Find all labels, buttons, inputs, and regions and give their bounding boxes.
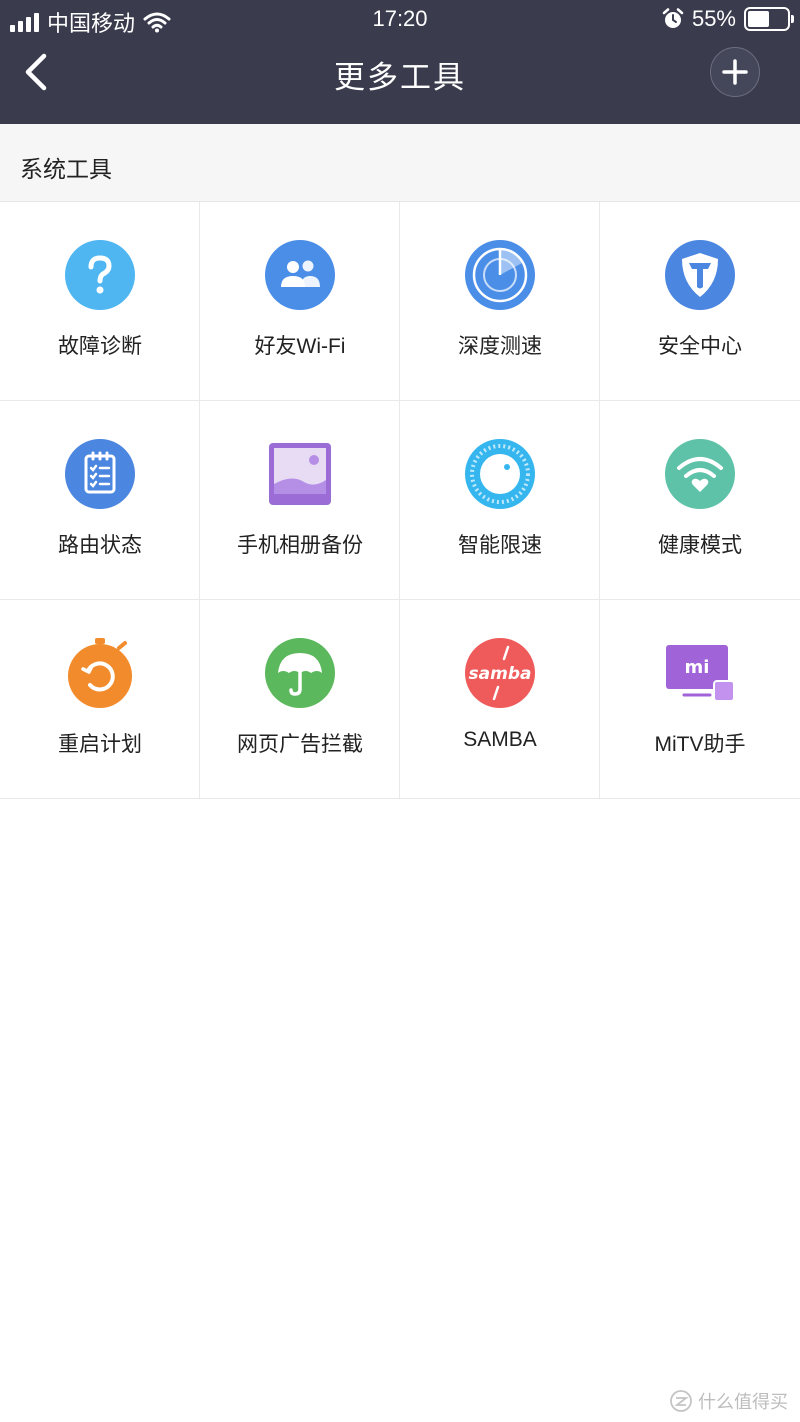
add-button[interactable] [710,47,760,97]
tool-ad-block[interactable]: 网页广告拦截 [200,600,400,799]
tool-label: 深度测速 [458,335,542,358]
tool-label: SAMBA [463,728,537,751]
samba-icon: samba [465,638,535,708]
tool-router-status[interactable]: 路由状态 [0,401,200,600]
tool-label: 故障诊断 [58,335,142,358]
mi-logo-text: mi [685,657,710,678]
status-right: 55% [662,6,794,32]
tool-label: 好友Wi-Fi [254,335,346,358]
wifi-heart-icon [665,439,735,509]
tool-reboot-schedule[interactable]: 重启计划 [0,600,200,799]
tool-label: 健康模式 [658,534,742,557]
tool-label: 手机相册备份 [237,534,363,557]
top-bar: 中国移动 17:20 55% 更多工具 [0,0,800,124]
radar-icon [465,240,535,310]
samba-logo-text: samba [469,664,532,684]
section-title: 系统工具 [20,156,112,182]
battery-percent: 55% [691,6,736,31]
watermark-text: 什么值得买 [698,1392,788,1412]
tool-friend-wifi[interactable]: 好友Wi-Fi [200,202,400,401]
battery-icon [744,7,794,31]
timer-icon [68,638,132,708]
tool-label: 路由状态 [58,534,142,557]
clipboard-icon [65,439,135,509]
tools-grid: 故障诊断 好友Wi-Fi 深度测速 安全中心 路由状态 手机相册备份 智能限速 … [0,202,800,799]
tool-smart-limit[interactable]: 智能限速 [400,401,600,600]
zhi-logo-icon [670,1390,692,1412]
tool-diagnosis[interactable]: 故障诊断 [0,202,200,401]
question-icon [65,240,135,310]
tool-label: 安全中心 [658,335,742,358]
tool-label: 重启计划 [58,733,142,756]
tool-mitv-assistant[interactable]: mi MiTV助手 [600,600,800,799]
tv-icon: mi [666,645,735,702]
speed-dial-icon [465,439,535,509]
plus-icon [722,59,748,85]
tool-photo-backup[interactable]: 手机相册备份 [200,401,400,600]
tool-label: 网页广告拦截 [237,733,363,756]
users-icon [265,240,335,310]
tool-health-mode[interactable]: 健康模式 [600,401,800,600]
section-header: 系统工具 [0,124,800,202]
tool-security[interactable]: 安全中心 [600,202,800,401]
tool-label: 智能限速 [458,534,542,557]
watermark: 什么值得买 [670,1388,788,1414]
status-bar: 中国移动 17:20 55% [0,0,800,40]
tool-label: MiTV助手 [654,733,746,756]
page-title: 更多工具 [334,60,466,95]
tool-speed-test[interactable]: 深度测速 [400,202,600,401]
tool-samba[interactable]: samba SAMBA [400,600,600,799]
battery-fill [748,11,769,27]
photo-icon [269,443,331,505]
umbrella-icon [265,638,335,708]
shield-icon [665,240,735,310]
alarm-icon [662,8,684,28]
